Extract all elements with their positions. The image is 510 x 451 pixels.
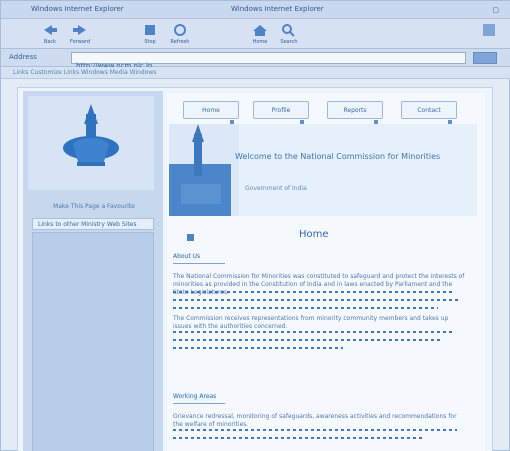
window-title: Windows Internet Explorer: [231, 5, 324, 13]
forward-button[interactable]: Forward: [68, 22, 92, 46]
nav-profile[interactable]: Profile: [253, 101, 309, 124]
address-bar: Address: [1, 49, 510, 71]
banner-graphic: [169, 124, 477, 216]
home-button[interactable]: Home: [248, 22, 272, 46]
stop-icon: [145, 25, 155, 35]
nav-reports[interactable]: Reports: [327, 101, 383, 124]
banner-subtitle: Government of India: [245, 185, 307, 192]
window-controls[interactable]: ▢: [492, 6, 499, 14]
sidebar-caption[interactable]: Make This Page a Favourite: [39, 203, 149, 210]
back-button[interactable]: Back: [38, 22, 62, 46]
browser-window: Windows Internet Explorer Windows Intern…: [0, 0, 510, 451]
heading-underline: [173, 263, 225, 264]
paragraph-2: The Commission receives representations …: [173, 315, 449, 330]
go-button[interactable]: [473, 52, 497, 64]
window-app-label: Windows Internet Explorer: [31, 5, 124, 13]
nav-contact[interactable]: Contact: [401, 101, 457, 124]
address-label: Address: [9, 53, 37, 61]
stop-label: Stop: [144, 39, 156, 45]
heading-underline-2: [173, 403, 225, 404]
refresh-button[interactable]: Refresh: [168, 22, 192, 46]
text-line: [173, 299, 459, 301]
nav-reports-label: Reports: [343, 107, 367, 114]
emblem-icon: [63, 104, 119, 166]
paragraph-3: Grievance redressal, monitoring of safeg…: [173, 413, 457, 428]
title-bar: Windows Internet Explorer Windows Intern…: [1, 1, 510, 19]
nav-home[interactable]: Home: [183, 101, 239, 124]
page-body: About Us The National Commission for Min…: [173, 253, 467, 443]
back-label: Back: [43, 39, 57, 45]
home-label: Home: [252, 39, 268, 45]
paragraph-1: The National Commission for Minorities w…: [173, 273, 465, 296]
address-field[interactable]: [71, 52, 466, 71]
section-heading-2: Working Areas: [173, 393, 217, 401]
nav-contact-label: Contact: [417, 107, 441, 114]
text-line: [173, 339, 443, 341]
text-line: [173, 347, 343, 349]
sidebar-menu-label: Links to other Ministry Web Sites: [38, 221, 137, 228]
browser-logo-icon: [483, 24, 495, 36]
links-bar: Links Customize Links Windows Media Wind…: [1, 67, 510, 79]
text-line: [173, 429, 457, 431]
page-title: Home: [299, 229, 329, 240]
refresh-label: Refresh: [170, 39, 190, 45]
search-button[interactable]: Search: [277, 22, 301, 46]
search-icon: [282, 24, 295, 37]
search-label: Search: [280, 39, 298, 45]
home-icon: [253, 25, 267, 36]
refresh-icon: [174, 24, 186, 36]
site-banner: [169, 124, 477, 216]
browser-toolbar: Back Forward Stop Refresh Home Search: [1, 19, 510, 49]
sidebar-menu[interactable]: Links to other Ministry Web Sites: [32, 218, 154, 230]
text-line: [173, 331, 455, 333]
nav-profile-label: Profile: [271, 107, 291, 114]
nav-home-label: Home: [202, 107, 220, 114]
back-arrow-icon: [44, 25, 57, 35]
links-text[interactable]: Links Customize Links Windows Media Wind…: [13, 69, 156, 76]
browser-logo: [477, 22, 501, 46]
forward-arrow-icon: [73, 25, 86, 35]
stop-button[interactable]: Stop: [138, 22, 162, 46]
text-line: [173, 307, 438, 309]
banner-headline: Welcome to the National Commission for M…: [235, 152, 441, 161]
site-logo: [28, 96, 154, 190]
forward-label: Forward: [69, 39, 91, 45]
bullet-arrow-icon: [187, 234, 194, 241]
text-line: [173, 291, 453, 293]
sidebar-panel: [32, 232, 154, 451]
text-line: [173, 437, 423, 439]
section-heading-1: About Us: [173, 253, 201, 261]
top-navigation: Home Profile Reports Contact: [171, 101, 475, 124]
